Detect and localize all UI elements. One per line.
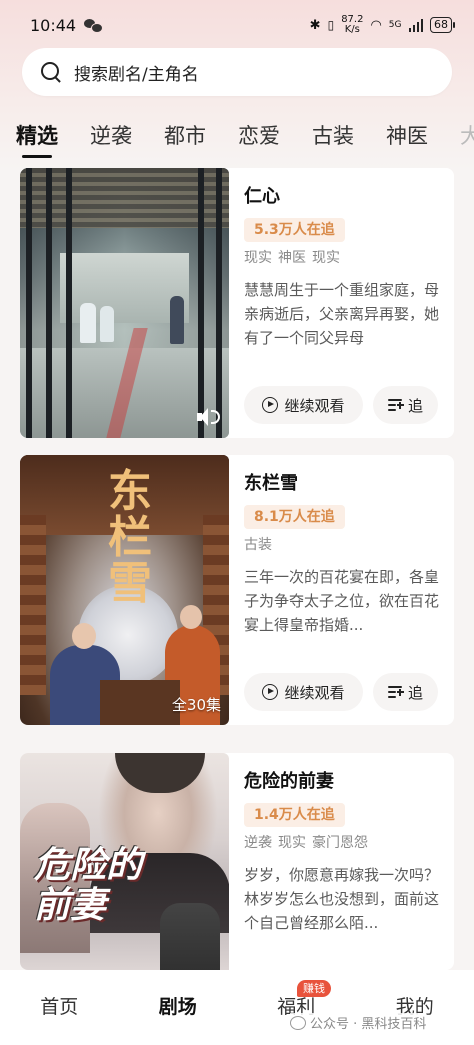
continue-watching-button[interactable]: 继续观看	[244, 673, 363, 711]
drama-card[interactable]: 仁心 5.3万人在追 现实 神医 现实 慧慧周生于一个重组家庭，母亲病逝后，父亲离异…	[20, 168, 454, 438]
poster-pillar	[216, 168, 222, 438]
poster-pillar	[46, 168, 52, 438]
tab-comeback[interactable]: 逆袭	[90, 114, 132, 158]
search-icon	[40, 61, 62, 83]
poster-pillar	[66, 168, 72, 438]
drama-tags: 古装	[244, 534, 442, 554]
tab-costume[interactable]: 古装	[312, 114, 354, 158]
poster-figure	[100, 306, 114, 342]
network-speed: 87.2 K/s	[341, 15, 363, 35]
add-list-icon	[387, 685, 404, 699]
nav-profile[interactable]: 我的	[356, 970, 474, 1045]
battery-icon: 68	[430, 17, 455, 33]
drama-description: 三年一次的百花宴在即，各皇子为争夺太子之位，欲在百花宴上得皇帝指婚...	[244, 568, 440, 634]
follow-button[interactable]: 追	[373, 386, 438, 424]
nav-rewards[interactable]: 福利 赚钱	[237, 970, 356, 1045]
drama-tags: 逆袭 现实 豪门恩怨	[244, 832, 442, 852]
follow-button[interactable]: 追	[373, 673, 438, 711]
search-bar[interactable]: 搜索剧名/主角名	[22, 48, 452, 96]
play-icon	[262, 684, 279, 700]
status-indicators: ✱ ▯ 87.2 K/s ◠ 5G 68	[309, 15, 455, 35]
earn-money-badge: 赚钱	[297, 980, 331, 997]
drama-info: 东栏雪 8.1万人在追 古装 三年一次的百花宴在即，各皇子为争夺太子之位，欲在百…	[244, 455, 442, 637]
follow-label: 追	[407, 683, 423, 702]
follow-label: 追	[407, 396, 423, 415]
bottom-nav: 首页 剧场 福利 赚钱 我的	[0, 970, 474, 1045]
tab-urban[interactable]: 都市	[164, 114, 206, 158]
drama-poster[interactable]: 东栏雪 全30集	[20, 455, 229, 725]
poster-frame	[20, 515, 46, 695]
drama-title: 东栏雪	[244, 473, 298, 494]
drama-description: 慧慧周生于一个重组家庭，母亲病逝后，父亲离异再娶，她有了一个同父异母	[244, 281, 440, 347]
poster-pillar	[198, 168, 204, 438]
mute-icon[interactable]	[197, 408, 220, 426]
drama-title: 危险的前妻	[244, 771, 334, 792]
drama-title: 仁心	[244, 186, 280, 207]
drama-description: 岁岁，你愿意再嫁我一次吗？林岁岁怎么也没想到，面前这个自己曾经那么陌...	[244, 866, 440, 932]
tab-doctor[interactable]: 神医	[386, 114, 428, 158]
wechat-official-icon	[290, 1015, 306, 1030]
category-tabs: 精选 逆袭 都市 恋爱 古装 神医 大	[0, 114, 474, 160]
wechat-icon	[84, 18, 104, 33]
drama-card[interactable]: 危险的 前妻 危险的前妻 1.4万人在追 逆袭 现实 豪门恩怨 岁岁，你愿意再嫁我一次…	[20, 753, 454, 970]
poster-figure	[72, 623, 96, 649]
tag: 豪门恩怨	[312, 835, 368, 851]
followers-badge: 5.3万人在追	[244, 218, 345, 242]
drama-poster[interactable]: 危险的 前妻	[20, 753, 229, 970]
poster-figure	[170, 296, 184, 344]
poster-calligraphy: 危险的 前妻	[34, 844, 143, 926]
drama-tags: 现实 神医 现实	[244, 247, 442, 267]
signal-icon	[408, 18, 423, 32]
tag: 逆袭	[244, 835, 272, 851]
poster-figure	[180, 605, 202, 629]
continue-watching-label: 继续观看	[284, 683, 345, 702]
followers-badge: 1.4万人在追	[244, 803, 345, 827]
nav-home-label: 首页	[40, 996, 79, 1018]
network-type: 5G	[388, 20, 402, 30]
nav-home[interactable]: 首页	[0, 970, 119, 1045]
tab-romance[interactable]: 恋爱	[238, 114, 280, 158]
poster-figure	[160, 903, 220, 970]
tag: 神医	[278, 250, 306, 266]
play-icon	[262, 397, 279, 413]
drama-card[interactable]: 东栏雪 全30集 东栏雪 8.1万人在追 古装 三年一次的百花宴在即，各皇子为争…	[20, 455, 454, 725]
drama-info: 危险的前妻 1.4万人在追 逆袭 现实 豪门恩怨 岁岁，你愿意再嫁我一次吗？林岁岁怎…	[244, 753, 442, 935]
watermark: 公众号 · 黑科技百科	[290, 1013, 427, 1032]
search-input[interactable]: 搜索剧名/主角名	[74, 60, 199, 85]
poster-figure	[80, 303, 96, 343]
vibrate-icon: ▯	[327, 18, 335, 32]
followers-badge: 8.1万人在追	[244, 505, 345, 529]
tag: 现实	[244, 250, 272, 266]
tag: 现实	[278, 835, 306, 851]
bluetooth-icon: ✱	[309, 17, 321, 33]
drama-info: 仁心 5.3万人在追 现实 神医 现实 慧慧周生于一个重组家庭，母亲病逝后，父亲离异…	[244, 168, 442, 350]
drama-poster[interactable]	[20, 168, 229, 438]
watermark-text: 公众号 · 黑科技百科	[310, 1017, 427, 1032]
card-actions: 继续观看 追	[244, 386, 438, 424]
add-list-icon	[387, 398, 404, 412]
poster-pillar	[26, 168, 32, 438]
wifi-icon: ◠	[370, 17, 382, 33]
card-actions: 继续观看 追	[244, 673, 438, 711]
tag: 现实	[312, 250, 340, 266]
continue-watching-button[interactable]: 继续观看	[244, 386, 363, 424]
speed-unit: K/s	[344, 24, 360, 35]
tag: 古装	[244, 537, 272, 553]
tab-more[interactable]: 大	[460, 114, 474, 158]
continue-watching-label: 继续观看	[284, 396, 345, 415]
nav-theater[interactable]: 剧场	[119, 970, 238, 1045]
nav-theater-label: 剧场	[158, 996, 197, 1018]
episode-count: 全30集	[171, 696, 221, 714]
status-bar: 10:44 ✱ ▯ 87.2 K/s ◠ 5G 68	[0, 0, 474, 50]
tab-featured[interactable]: 精选	[16, 114, 58, 158]
status-time: 10:44	[30, 15, 77, 35]
poster-table	[100, 680, 180, 725]
poster-calligraphy: 东栏雪	[108, 466, 152, 609]
